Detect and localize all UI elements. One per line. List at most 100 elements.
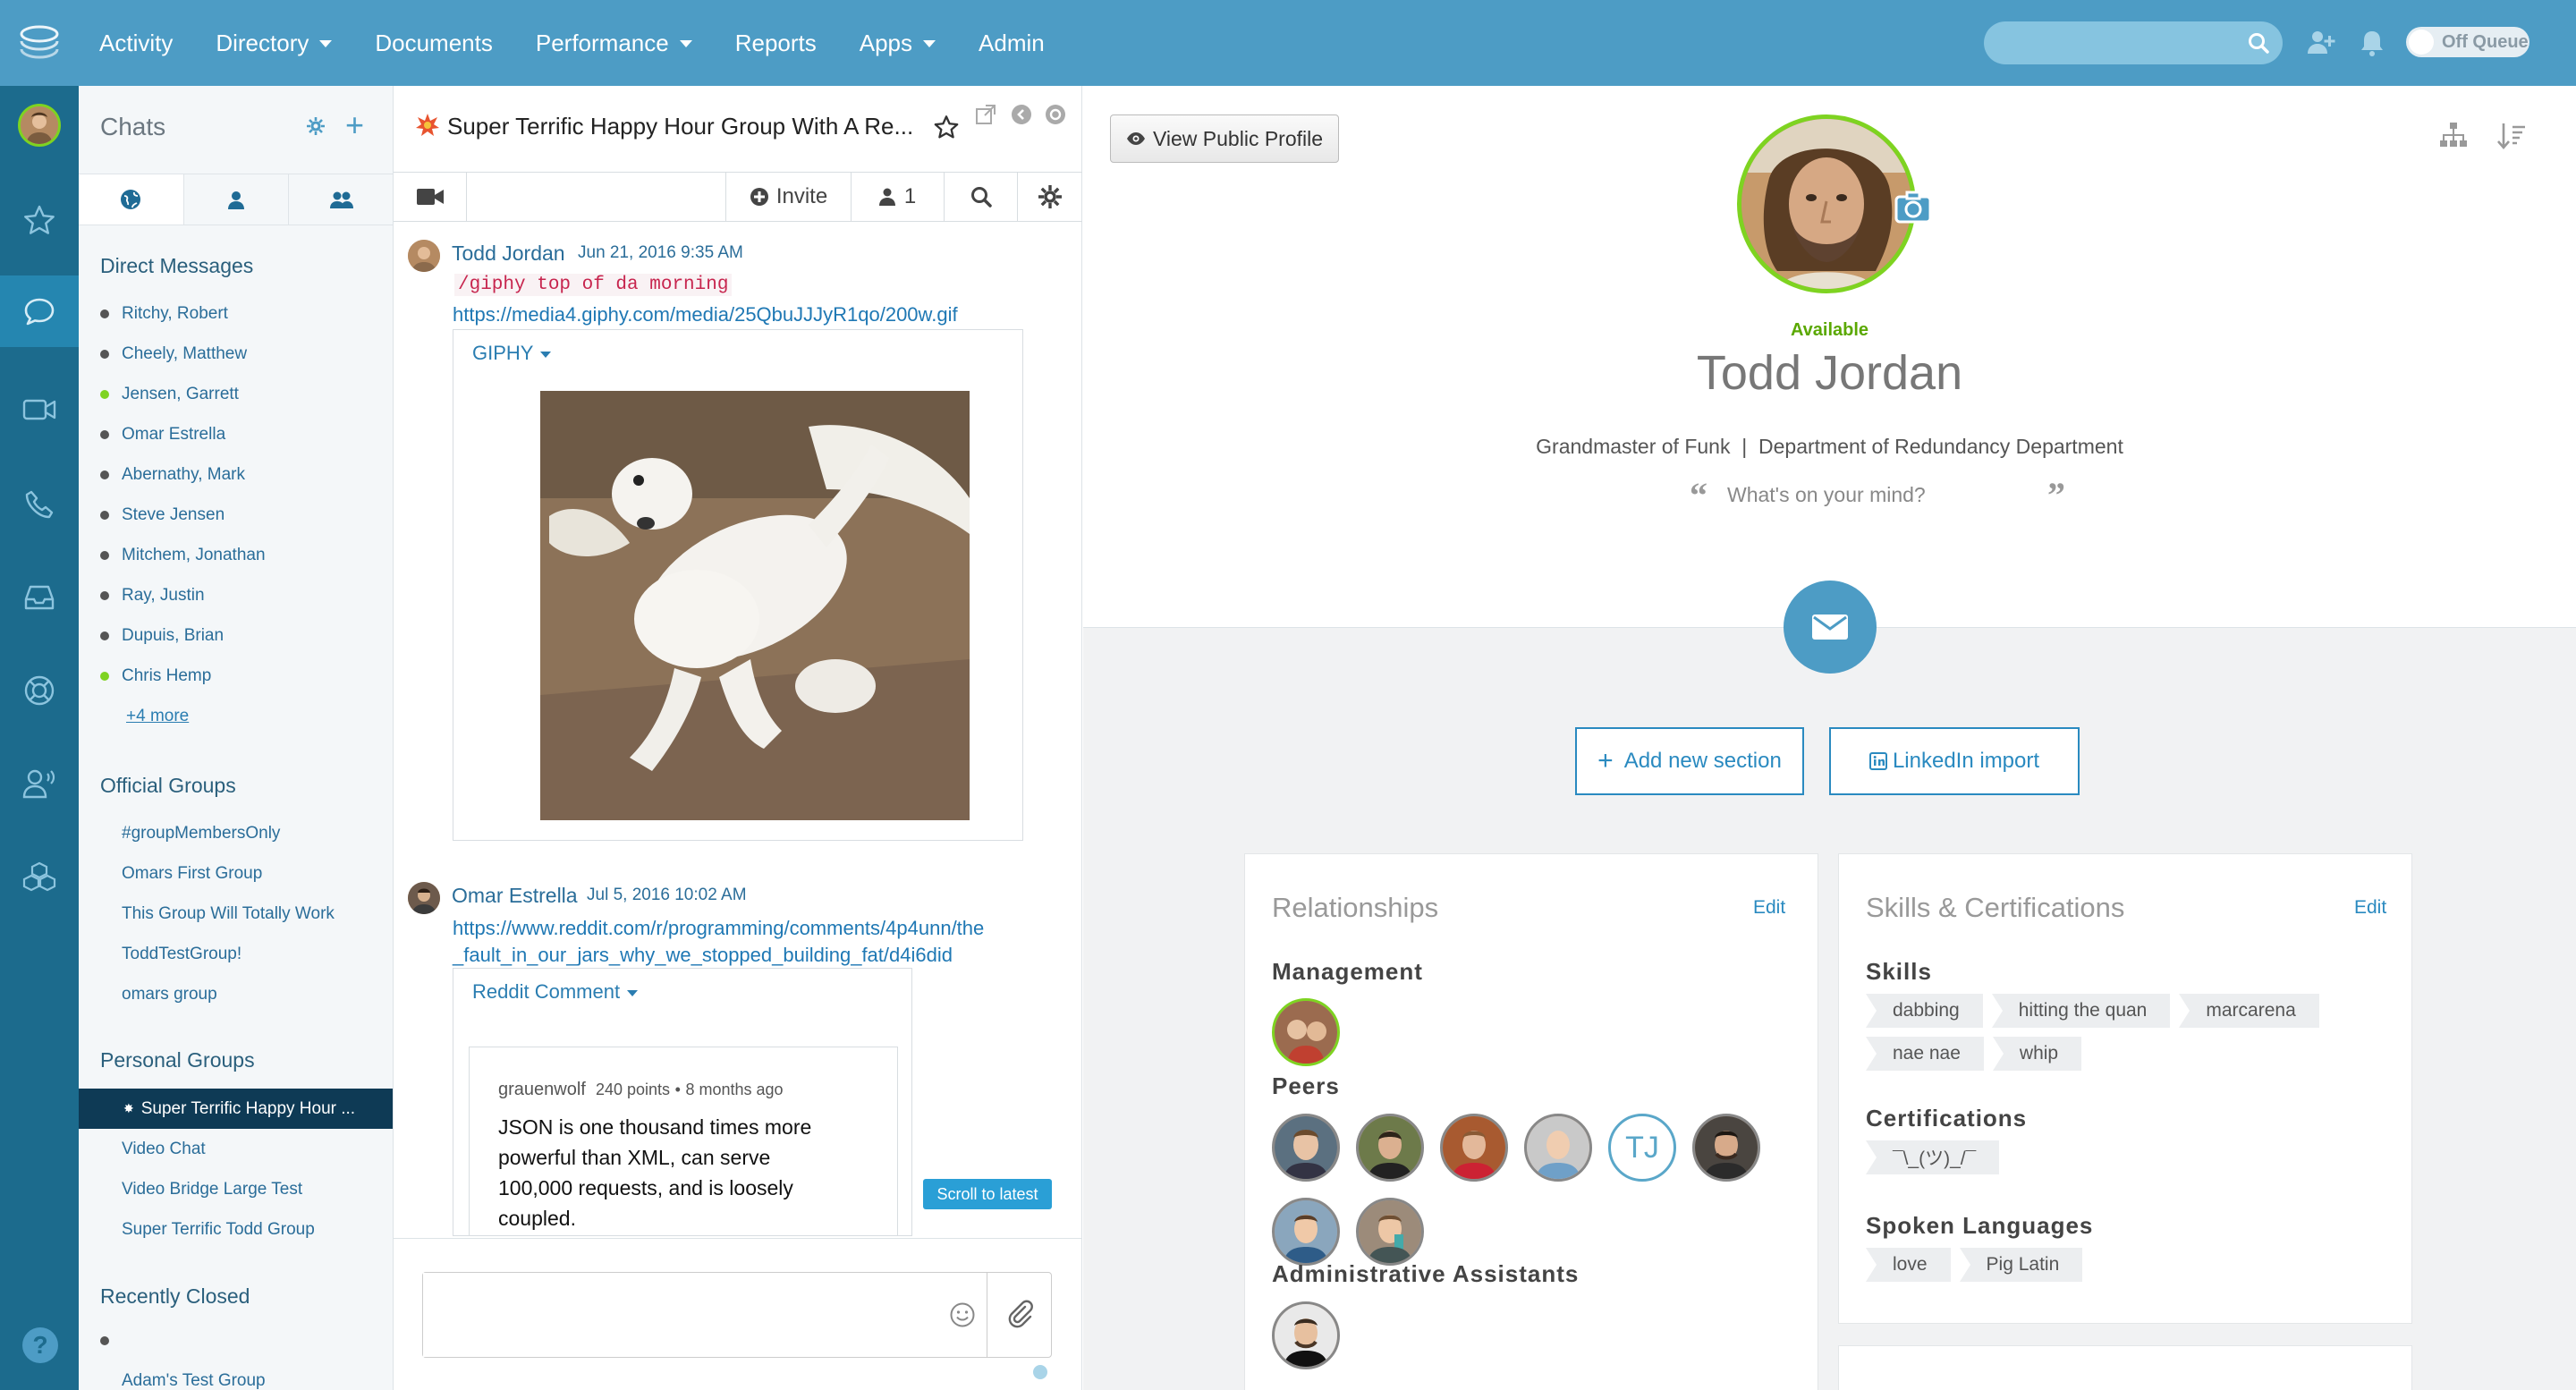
dm-item[interactable]: Jensen, Garrett — [79, 374, 393, 414]
closed-item[interactable] — [79, 1320, 393, 1360]
popout-icon[interactable] — [975, 104, 996, 125]
members-button[interactable]: 1 — [852, 173, 945, 221]
closed-item[interactable]: Adam's Test Group — [79, 1360, 393, 1390]
skill-tag[interactable]: hitting the quan — [1991, 994, 2171, 1028]
scroll-to-latest-button[interactable]: Scroll to latest — [923, 1179, 1052, 1209]
rail-phone[interactable] — [0, 469, 79, 540]
card-toggle[interactable]: GIPHY — [472, 342, 552, 365]
avatar[interactable] — [1272, 1114, 1340, 1182]
message-author[interactable]: Omar Estrella — [452, 884, 578, 908]
message-link[interactable]: https://media4.giphy.com/media/25QbuJJJy… — [453, 303, 958, 326]
settings-button[interactable] — [1018, 173, 1082, 221]
queue-toggle[interactable]: Off Queue — [2406, 27, 2529, 57]
group-item[interactable]: Video Bridge Large Test — [79, 1169, 393, 1209]
skill-tag[interactable]: whip — [1992, 1037, 2082, 1071]
card-toggle[interactable]: Reddit Comment — [472, 980, 639, 1004]
nav-documents[interactable]: Documents — [375, 30, 493, 57]
rail-org[interactable] — [0, 841, 79, 912]
collapse-icon[interactable] — [1011, 104, 1032, 125]
video-call-button[interactable] — [394, 173, 467, 221]
nav-directory[interactable]: Directory — [216, 30, 333, 57]
rail-agent[interactable] — [0, 748, 79, 819]
language-tag[interactable]: Pig Latin — [1959, 1248, 2083, 1282]
avatar[interactable] — [1356, 1114, 1424, 1182]
add-chat-button[interactable]: + — [345, 109, 364, 141]
avatar-initials[interactable]: TJ — [1608, 1114, 1676, 1182]
tab-all-chats[interactable] — [79, 174, 184, 225]
email-button[interactable] — [1784, 581, 1877, 674]
search-input[interactable] — [1984, 21, 2283, 64]
certification-tag[interactable]: ¯\_(ツ)_/¯ — [1866, 1140, 2000, 1174]
org-chart-icon[interactable] — [2439, 122, 2468, 148]
profile-avatar[interactable] — [1737, 114, 1916, 293]
add-person-icon[interactable] — [2306, 29, 2336, 57]
invite-button[interactable]: Invite — [726, 173, 852, 221]
skill-tag[interactable]: marcarena — [2179, 994, 2319, 1028]
avatar[interactable] — [1692, 1114, 1760, 1182]
rail-video[interactable] — [0, 374, 79, 445]
group-item[interactable]: Omars First Group — [79, 853, 393, 894]
skill-tag[interactable]: nae nae — [1866, 1037, 1984, 1071]
dm-item[interactable]: Steve Jensen — [79, 495, 393, 535]
gear-icon[interactable] — [306, 116, 326, 136]
edit-skills-link[interactable]: Edit — [2354, 897, 2386, 919]
avatar[interactable] — [1356, 1198, 1424, 1266]
giphy-image[interactable] — [540, 391, 970, 820]
message-author[interactable]: Todd Jordan — [452, 242, 565, 266]
avatar[interactable] — [1272, 1198, 1340, 1266]
star-icon[interactable] — [934, 114, 959, 140]
linkedin-import-button[interactable]: LinkedIn import — [1829, 727, 2080, 795]
tab-group-chats[interactable] — [289, 174, 393, 225]
avatar[interactable] — [1272, 998, 1340, 1066]
group-item[interactable]: ToddTestGroup! — [79, 934, 393, 974]
group-item[interactable]: Super Terrific Todd Group — [79, 1209, 393, 1250]
avatar[interactable] — [408, 882, 440, 914]
avatar[interactable] — [1272, 1301, 1340, 1369]
dm-item[interactable]: Cheely, Matthew — [79, 334, 393, 374]
status-message[interactable]: “ What's on your mind? ” — [1690, 475, 2065, 515]
avatar[interactable] — [1440, 1114, 1508, 1182]
avatar[interactable] — [408, 240, 440, 272]
group-item[interactable]: Video Chat — [79, 1129, 393, 1169]
group-item[interactable]: #groupMembersOnly — [79, 813, 393, 853]
emoji-icon[interactable] — [949, 1301, 976, 1328]
language-tag[interactable]: love — [1866, 1248, 1951, 1282]
search-button[interactable] — [945, 173, 1018, 221]
nav-admin[interactable]: Admin — [979, 30, 1045, 57]
dm-item[interactable]: Abernathy, Mark — [79, 454, 393, 495]
nav-performance[interactable]: Performance — [536, 30, 692, 57]
avatar[interactable] — [18, 104, 61, 147]
nav-apps[interactable]: Apps — [860, 30, 936, 57]
message-link[interactable]: https://www.reddit.com/r/programming/com… — [453, 917, 984, 940]
group-item-active[interactable]: ✸ Super Terrific Happy Hour ... — [79, 1089, 393, 1129]
show-more-link[interactable]: +4 more — [79, 696, 393, 736]
edit-relationships-link[interactable]: Edit — [1753, 897, 1785, 919]
bell-icon[interactable] — [2360, 29, 2385, 57]
group-item[interactable]: This Group Will Totally Work — [79, 894, 393, 934]
help-icon[interactable]: ? — [22, 1327, 58, 1363]
dm-item[interactable]: Ritchy, Robert — [79, 293, 393, 334]
sort-icon[interactable] — [2496, 122, 2527, 150]
search-icon[interactable] — [2247, 31, 2270, 55]
dm-item[interactable]: Mitchem, Jonathan — [79, 535, 393, 575]
skill-tag[interactable]: dabbing — [1866, 994, 1983, 1028]
dm-item[interactable]: Dupuis, Brian — [79, 615, 393, 656]
message-link[interactable]: _fault_in_our_jars_why_we_stopped_buildi… — [453, 944, 953, 967]
group-item[interactable]: omars group — [79, 974, 393, 1014]
dm-item[interactable]: Ray, Justin — [79, 575, 393, 615]
app-logo[interactable] — [16, 21, 63, 68]
avatar[interactable] — [1524, 1114, 1592, 1182]
dm-item[interactable]: Chris Hemp — [79, 656, 393, 696]
comment-user[interactable]: grauenwolf — [498, 1080, 586, 1099]
dm-item[interactable]: Omar Estrella — [79, 414, 393, 454]
camera-icon[interactable] — [1891, 184, 1936, 229]
rail-chats[interactable] — [0, 275, 79, 347]
rail-support[interactable] — [0, 655, 79, 726]
rail-favorites[interactable] — [0, 184, 79, 256]
rail-inbox[interactable] — [0, 562, 79, 633]
nav-reports[interactable]: Reports — [735, 30, 817, 57]
nav-activity[interactable]: Activity — [99, 30, 173, 57]
close-icon[interactable] — [1045, 104, 1066, 125]
add-section-button[interactable]: + Add new section — [1575, 727, 1804, 795]
help-dot-icon[interactable] — [1032, 1364, 1048, 1380]
